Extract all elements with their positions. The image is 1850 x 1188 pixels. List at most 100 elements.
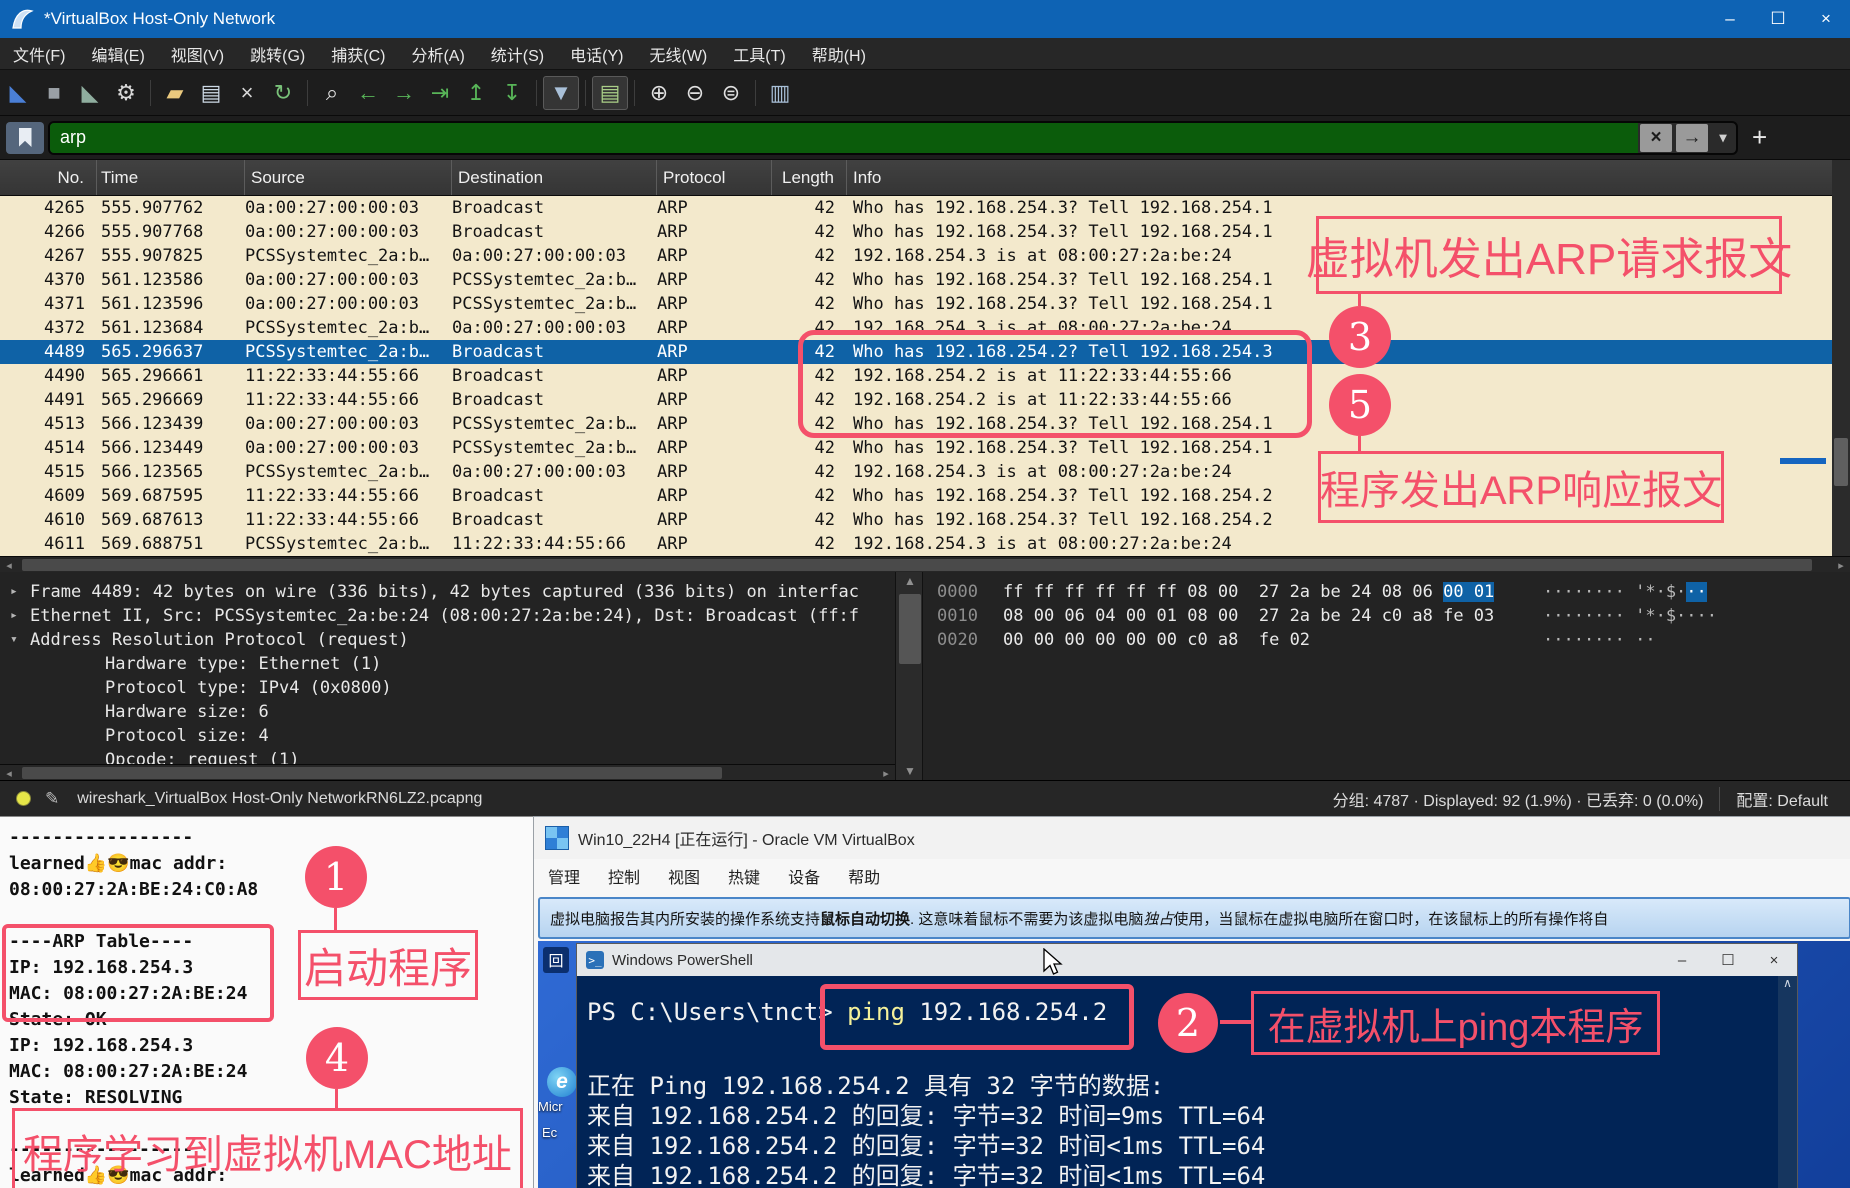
detail-row[interactable]: Hardware size: 6 <box>0 700 895 724</box>
filter-apply-icon[interactable]: → <box>1676 124 1708 152</box>
wireshark-logo-icon <box>10 6 36 32</box>
capture-options-icon[interactable]: ⚙ <box>108 76 144 110</box>
detail-row[interactable]: Hardware type: Ethernet (1) <box>0 652 895 676</box>
detail-row[interactable]: ▾Address Resolution Protocol (request) <box>0 628 895 652</box>
menu-telephony[interactable]: 电话(Y) <box>557 42 636 66</box>
menu-bar: 文件(F)编辑(E)视图(V)跳转(G)捕获(C)分析(A)统计(S)电话(Y)… <box>0 38 1850 70</box>
go-previous-icon[interactable]: ← <box>350 76 386 110</box>
filter-dropdown-icon[interactable]: ▾ <box>1712 124 1734 152</box>
terminal-line: MAC: 08:00:27:2A:BE:24 <box>0 1059 533 1085</box>
column-header-info[interactable]: Info <box>847 160 1850 195</box>
minimize-button[interactable]: – <box>1706 0 1754 38</box>
packet-row-4611[interactable]: 4611569.688751PCSSystemtec_2a:b…11:22:33… <box>0 532 1850 556</box>
toolbar-separator <box>755 80 756 106</box>
detail-row[interactable]: Opcode: request (1) <box>0 748 895 764</box>
filter-field-group: arp × → ▾ <box>48 121 1738 155</box>
arp-response-annotation: 程序发出ARP响应报文 <box>1318 451 1724 523</box>
stop-capture-icon[interactable]: ■ <box>36 76 72 110</box>
vbox-menu-help[interactable]: 帮助 <box>834 864 894 888</box>
hex-dump-pane: 0000ff ff ff ff ff ff 08 00 27 2a be 24 … <box>923 572 1850 780</box>
hex-row[interactable]: 001008 00 06 04 00 01 08 00 27 2a be 24 … <box>923 604 1850 628</box>
go-first-icon[interactable]: ↥ <box>458 76 494 110</box>
detail-row[interactable]: ▸Frame 4489: 42 bytes on wire (336 bits)… <box>0 580 895 604</box>
hex-row[interactable]: 0000ff ff ff ff ff ff 08 00 27 2a be 24 … <box>923 580 1850 604</box>
edge-browser-icon[interactable]: e <box>547 1067 577 1097</box>
profile-selector[interactable]: 配置: Default <box>1719 787 1850 811</box>
hex-row[interactable]: 002000 00 00 00 00 00 c0 a8 fe 02·······… <box>923 628 1850 652</box>
zoom-100-icon[interactable]: ⊜ <box>713 76 749 110</box>
auto-scroll-icon[interactable]: ▼ <box>543 76 579 110</box>
zoom-in-icon[interactable]: ⊕ <box>641 76 677 110</box>
vbox-menu-manage[interactable]: 管理 <box>534 864 594 888</box>
packet-list-hscrollbar[interactable]: ◂ ▸ <box>0 556 1850 572</box>
close-button[interactable]: × <box>1802 0 1850 38</box>
powershell-window: >_ Windows PowerShell – ☐ × PS C:\Users\… <box>576 943 1798 1188</box>
step-2-badge: 2 <box>1158 993 1218 1053</box>
column-header-time[interactable]: Time <box>97 160 245 195</box>
menu-wireless[interactable]: 无线(W) <box>636 42 720 66</box>
menu-go[interactable]: 跳转(G) <box>237 42 318 66</box>
detail-hscrollbar[interactable]: ◂ ▸ <box>0 764 895 780</box>
detail-row[interactable]: Protocol size: 4 <box>0 724 895 748</box>
expand-arrow-icon[interactable]: ▸ <box>10 604 18 628</box>
column-header-destination[interactable]: Destination <box>452 160 657 195</box>
menu-tools[interactable]: 工具(T) <box>720 42 798 66</box>
filter-input[interactable]: arp <box>50 123 1638 153</box>
ps-maximize-button[interactable]: ☐ <box>1705 944 1751 976</box>
ps-minimize-button[interactable]: – <box>1659 944 1705 976</box>
filter-add-button[interactable]: + <box>1752 122 1767 153</box>
menu-statistics[interactable]: 统计(S) <box>478 42 557 66</box>
packet-row-4371[interactable]: 4371561.1235960a:00:27:00:00:03PCSSystem… <box>0 292 1850 316</box>
start-capture-icon[interactable]: ◣ <box>0 76 36 110</box>
notice-italic: 独占 <box>1143 908 1173 929</box>
ps-scrollbar[interactable]: ∧ <box>1778 976 1797 1188</box>
expert-info-icon[interactable] <box>16 791 31 806</box>
zoom-out-icon[interactable]: ⊖ <box>677 76 713 110</box>
go-next-icon[interactable]: → <box>386 76 422 110</box>
arp-packets-highlight-ring <box>798 330 1312 438</box>
menu-view[interactable]: 视图(V) <box>158 42 237 66</box>
filter-clear-icon[interactable]: × <box>1640 124 1672 152</box>
menu-edit[interactable]: 编辑(E) <box>78 42 157 66</box>
detail-vscrollbar[interactable]: ▲ ▼ <box>895 572 923 780</box>
vbox-menu-control[interactable]: 控制 <box>594 864 654 888</box>
recycle-bin-icon[interactable]: 回 <box>543 947 569 973</box>
restart-capture-icon[interactable]: ◣ <box>72 76 108 110</box>
filter-value: arp <box>60 127 86 148</box>
resize-columns-icon[interactable]: ▥ <box>762 76 798 110</box>
console-output-line: 来自 192.168.254.2 的回复: 字节=32 时间<1ms TTL=6… <box>587 1156 1265 1188</box>
capture-comment-icon[interactable]: ✎ <box>45 789 59 809</box>
detail-row[interactable]: ▸Ethernet II, Src: PCSSystemtec_2a:be:24… <box>0 604 895 628</box>
go-last-icon[interactable]: ↧ <box>494 76 530 110</box>
expand-arrow-icon[interactable]: ▾ <box>10 628 18 652</box>
ps-close-button[interactable]: × <box>1751 944 1797 976</box>
filter-bar: arp × → ▾ + <box>0 116 1850 160</box>
column-header-no[interactable]: No. <box>0 160 97 195</box>
reload-file-icon[interactable]: ↻ <box>265 76 301 110</box>
detail-row[interactable]: Protocol type: IPv4 (0x0800) <box>0 676 895 700</box>
filter-bookmark-icon[interactable] <box>6 122 44 154</box>
menu-file[interactable]: 文件(F) <box>0 42 78 66</box>
vbox-menu-view[interactable]: 视图 <box>654 864 714 888</box>
arp-request-annotation: 虚拟机发出ARP请求报文 <box>1316 216 1782 294</box>
mac-learned-annotation: 程序学习到虚拟机MAC地址 <box>12 1108 523 1188</box>
find-packet-icon[interactable]: ⌕ <box>314 76 350 110</box>
vbox-menu-hotkeys[interactable]: 热键 <box>714 864 774 888</box>
column-header-length[interactable]: Length <box>772 160 847 195</box>
annotation-connector <box>1358 294 1361 306</box>
packet-list-vscrollbar[interactable] <box>1832 160 1850 556</box>
column-header-source[interactable]: Source <box>245 160 452 195</box>
close-file-icon[interactable]: × <box>229 76 265 110</box>
column-header-protocol[interactable]: Protocol <box>657 160 772 195</box>
maximize-button[interactable]: ☐ <box>1754 0 1802 38</box>
menu-capture[interactable]: 捕获(C) <box>318 42 398 66</box>
save-file-icon[interactable]: ▤ <box>193 76 229 110</box>
menu-analyze[interactable]: 分析(A) <box>398 42 477 66</box>
vbox-menu-devices[interactable]: 设备 <box>774 864 834 888</box>
open-file-icon[interactable]: ▰ <box>157 76 193 110</box>
go-to-packet-icon[interactable]: ⇥ <box>422 76 458 110</box>
colorize-icon[interactable]: ▤ <box>592 76 628 110</box>
menu-help[interactable]: 帮助(H) <box>799 42 879 66</box>
expand-arrow-icon[interactable]: ▸ <box>10 580 18 604</box>
annotation-connector <box>334 908 337 930</box>
